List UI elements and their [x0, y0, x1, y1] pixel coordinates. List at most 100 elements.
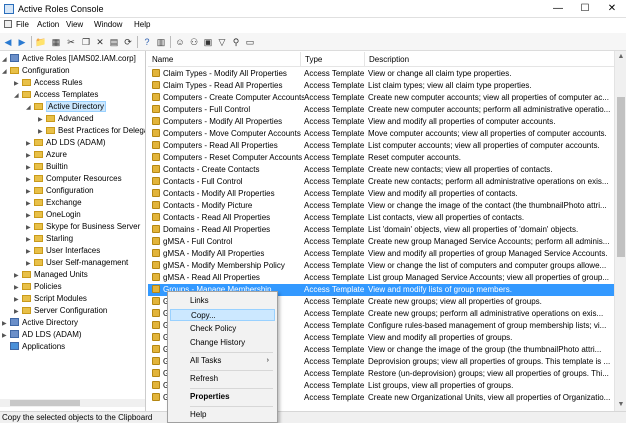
- table-row[interactable]: Computers - Create Computer Accounts Acce…: [148, 92, 614, 104]
- tree-node-policies[interactable]: ▶ Policies: [14, 281, 62, 292]
- tree-node-active-directory-templates[interactable]: ◢ Active Directory: [26, 101, 107, 114]
- show-hide-tree-icon[interactable]: ▦: [50, 36, 62, 48]
- tree-node-advanced[interactable]: ▶ Advanced: [38, 113, 94, 124]
- row-description: Create new Organizational Units, view al…: [368, 393, 611, 402]
- table-row[interactable]: Contacts - Read All Properties Access Tem…: [148, 212, 614, 224]
- console-icon[interactable]: ▭: [244, 36, 256, 48]
- copy-icon[interactable]: ❐: [80, 36, 92, 48]
- scrollbar-thumb[interactable]: [10, 400, 80, 406]
- context-item-help[interactable]: Help: [170, 409, 275, 421]
- tree-node-applications[interactable]: Applications: [2, 341, 65, 352]
- table-row[interactable]: Computers - Reset Computer Accounts Acces…: [148, 152, 614, 164]
- table-row[interactable]: Computers - Full Control Access Template C…: [148, 104, 614, 116]
- context-item-properties[interactable]: Properties: [170, 391, 275, 403]
- scrollbar-thumb[interactable]: [617, 97, 625, 257]
- tree-node-managed-units[interactable]: ▶ Managed Units: [14, 269, 88, 280]
- list-vertical-scrollbar[interactable]: ▲ ▼: [614, 51, 626, 411]
- table-row[interactable]: gMSA - Full Control Access Template Create…: [148, 236, 614, 248]
- new-group-icon[interactable]: ⚇: [188, 36, 200, 48]
- collapse-arrow-icon[interactable]: ◢: [2, 67, 10, 78]
- delete-icon[interactable]: ✕: [94, 36, 106, 48]
- table-row[interactable]: Contacts - Modify Picture Access Template…: [148, 200, 614, 212]
- context-item-all-tasks[interactable]: All Tasks ›: [170, 355, 275, 367]
- maximize-button[interactable]: ☐: [578, 2, 592, 16]
- tree-node-starling[interactable]: ▶ Starling: [26, 233, 73, 244]
- tree-node-active-directory[interactable]: ▶ Active Directory: [2, 317, 78, 328]
- column-type-header[interactable]: Type: [305, 55, 322, 64]
- tree-node-exchange[interactable]: ▶ Exchange: [26, 197, 82, 208]
- context-item-links[interactable]: Links: [170, 295, 275, 307]
- tree-node-script-modules[interactable]: ▶ Script Modules: [14, 293, 87, 304]
- table-row[interactable]: gMSA - Modify All Properties Access Templ…: [148, 248, 614, 260]
- tree-node-server-configuration[interactable]: ▶ Server Configuration: [14, 305, 107, 316]
- tree-node-user-interfaces[interactable]: ▶ User Interfaces: [26, 245, 100, 256]
- table-row[interactable]: Computers - Move Computer Accounts Access…: [148, 128, 614, 140]
- tree-node-best-practices[interactable]: ▶ Best Practices for Delega: [38, 125, 145, 136]
- access-template-icon: [152, 81, 160, 89]
- tree-node-builtin[interactable]: ▶ Builtin: [26, 161, 68, 172]
- collapse-arrow-icon[interactable]: ◢: [26, 103, 34, 114]
- menu-help[interactable]: Help: [134, 20, 150, 29]
- menu-view[interactable]: View: [66, 20, 83, 29]
- row-name: Domains - Read All Properties: [152, 224, 304, 236]
- tree-node-onelogin[interactable]: ▶ OneLogin: [26, 209, 81, 220]
- tree-node-ad-lds-root[interactable]: ▶ AD LDS (ADAM): [2, 329, 82, 340]
- tree-node-ad-lds[interactable]: ▶ AD LDS (ADAM): [26, 137, 106, 148]
- row-name: Claim Types - Read All Properties: [152, 80, 304, 92]
- column-description-header[interactable]: Description: [369, 55, 409, 64]
- menu-window[interactable]: Window: [94, 20, 122, 29]
- table-row[interactable]: Contacts - Full Control Access Template Cr…: [148, 176, 614, 188]
- cut-icon[interactable]: ✂: [65, 36, 77, 48]
- table-row[interactable]: Computers - Read All Properties Access Te…: [148, 140, 614, 152]
- context-item-refresh[interactable]: Refresh: [170, 373, 275, 385]
- status-bar: Copy the selected objects to the Clipboa…: [0, 411, 626, 423]
- context-item-change-history[interactable]: Change History: [170, 337, 275, 349]
- menu-file[interactable]: File: [16, 20, 29, 29]
- find-icon[interactable]: ⚲: [230, 36, 242, 48]
- back-icon[interactable]: ◀: [2, 36, 14, 48]
- help-icon[interactable]: ?: [141, 36, 153, 48]
- tree-node-skype[interactable]: ▶ Skype for Business Server: [26, 221, 140, 232]
- table-row[interactable]: Contacts - Modify All Properties Access T…: [148, 188, 614, 200]
- collapse-arrow-icon[interactable]: ◢: [14, 91, 22, 102]
- tree-node-access-rules[interactable]: ▶ Access Rules: [14, 77, 82, 88]
- table-row[interactable]: Claim Types - Read All Properties Access …: [148, 80, 614, 92]
- tree-node-computer-resources[interactable]: ▶ Computer Resources: [26, 173, 122, 184]
- menu-action[interactable]: Action: [37, 20, 59, 29]
- table-row[interactable]: Computers - Modify All Properties Access …: [148, 116, 614, 128]
- tree-node-access-templates[interactable]: ◢ Access Templates: [14, 89, 98, 100]
- row-name: Contacts - Full Control: [152, 176, 304, 188]
- filter-icon[interactable]: ▽: [216, 36, 228, 48]
- minimize-button[interactable]: —: [551, 2, 565, 16]
- properties-icon[interactable]: ▤: [108, 36, 120, 48]
- row-name-text: Computers - Reset Computer Accounts: [163, 153, 303, 162]
- scroll-up-icon[interactable]: ▲: [615, 51, 626, 63]
- tree-horizontal-scrollbar[interactable]: [0, 399, 145, 407]
- tree-node-configuration[interactable]: ◢ Configuration: [2, 65, 70, 76]
- column-name-header[interactable]: Name: [152, 55, 173, 64]
- row-name-text: Computers - Move Computer Accounts: [163, 129, 301, 138]
- refresh-icon[interactable]: ⟳: [122, 36, 134, 48]
- close-button[interactable]: ✕: [605, 2, 619, 16]
- context-item-check-policy[interactable]: Check Policy: [170, 323, 275, 335]
- menu-file-icon[interactable]: [4, 20, 12, 29]
- details-view-icon[interactable]: ▥: [155, 36, 167, 48]
- row-type: Access Template: [304, 225, 365, 234]
- row-description: List computer accounts; view all propert…: [368, 141, 600, 150]
- new-user-icon[interactable]: ☺: [174, 36, 186, 48]
- table-row[interactable]: Domains - Read All Properties Access Temp…: [148, 224, 614, 236]
- up-folder-icon[interactable]: 📁: [35, 36, 47, 48]
- table-row[interactable]: gMSA - Read All Properties Access Templat…: [148, 272, 614, 284]
- table-row[interactable]: Contacts - Create Contacts Access Templat…: [148, 164, 614, 176]
- tree-node-user-self-management[interactable]: ▶ User Self-management: [26, 257, 128, 268]
- scroll-down-icon[interactable]: ▼: [615, 399, 626, 411]
- tree-node-azure[interactable]: ▶ Azure: [26, 149, 67, 160]
- row-name-text: Contacts - Modify Picture: [163, 201, 253, 210]
- table-row[interactable]: Claim Types - Modify All Properties Acces…: [148, 68, 614, 80]
- tree-node-root[interactable]: ◢ Active Roles [IAMS02.IAM.corp]: [2, 53, 136, 64]
- new-ou-icon[interactable]: ▣: [202, 36, 214, 48]
- forward-icon[interactable]: ▶: [16, 36, 28, 48]
- context-item-copy[interactable]: Copy...: [170, 309, 275, 321]
- table-row[interactable]: gMSA - Modify Membership Policy Access Te…: [148, 260, 614, 272]
- tree-node-configuration-templates[interactable]: ▶ Configuration: [26, 185, 94, 196]
